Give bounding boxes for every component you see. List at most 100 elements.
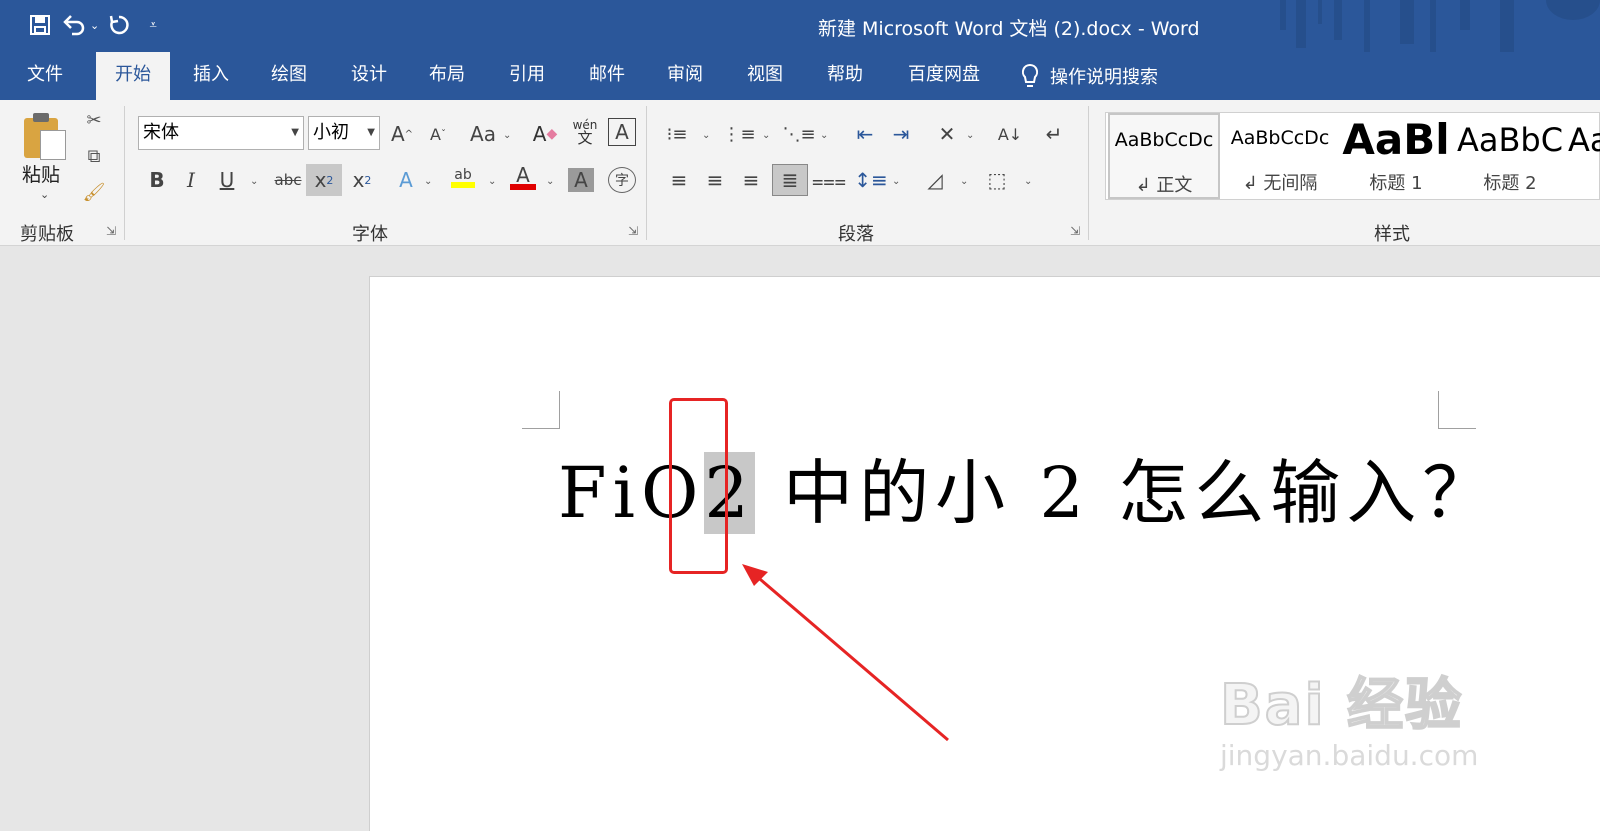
tab-file[interactable]: 文件 <box>14 52 76 100</box>
redo-icon[interactable] <box>105 10 133 40</box>
tab-insert[interactable]: 插入 <box>174 52 248 100</box>
chevron-down-icon[interactable]: ⌄ <box>503 130 511 141</box>
chevron-down-icon[interactable]: ⌄ <box>960 176 968 187</box>
chevron-down-icon[interactable]: ⌄ <box>424 176 432 187</box>
increase-indent-icon[interactable]: ⇥ <box>886 118 916 150</box>
highlight-annotation-box <box>669 398 728 574</box>
decrease-indent-icon[interactable]: ⇤ <box>850 118 880 150</box>
underline-icon[interactable]: U <box>212 164 242 196</box>
style-no-spacing[interactable]: AaBbCcDc ↲ 无间隔 <box>1224 113 1336 199</box>
paragraph-group-label: 段落 <box>838 224 874 245</box>
title-bar: ⌄ ⩡ 新建 Microsoft Word 文档 (2).docx - Word <box>0 0 1600 52</box>
tab-home[interactable]: 开始 <box>96 52 170 100</box>
paste-button[interactable]: 粘贴 <box>22 160 60 187</box>
grow-font-icon[interactable]: A ^ <box>388 118 416 150</box>
group-separator <box>646 106 647 240</box>
chevron-down-icon[interactable]: ⌄ <box>966 130 974 141</box>
tell-me-search[interactable]: 操作说明搜索 <box>1020 52 1158 100</box>
tab-draw[interactable]: 绘图 <box>252 52 326 100</box>
title-decoration <box>1260 0 1600 52</box>
undo-dropdown-icon[interactable]: ⌄ <box>90 19 99 32</box>
watermark-brand: Bai 经验 <box>1219 672 1464 739</box>
show-marks-icon[interactable]: ↵ <box>1040 118 1068 150</box>
chevron-down-icon[interactable]: ⌄ <box>250 176 258 187</box>
quick-access-toolbar: ⌄ ⩡ <box>26 10 167 40</box>
justify-icon[interactable]: ≣ <box>772 164 808 196</box>
paste-dropdown-icon[interactable]: ⌄ <box>40 188 49 201</box>
format-painter-icon[interactable]: 🖌 <box>80 182 108 203</box>
multilevel-list-icon[interactable]: ⋱≡ <box>782 118 815 150</box>
align-center-icon[interactable]: ≡ <box>700 164 730 196</box>
window-title: 新建 Microsoft Word 文档 (2).docx - Word <box>818 18 1200 40</box>
margin-corner-mark <box>1438 391 1476 429</box>
font-group-label: 字体 <box>352 224 388 245</box>
font-launcher-icon[interactable]: ⇲ <box>628 224 638 238</box>
superscript-icon[interactable]: x2 <box>346 164 378 196</box>
enclose-characters-icon[interactable]: 字 <box>608 167 636 193</box>
copy-icon[interactable]: ⧉ <box>80 146 108 167</box>
tab-baidu-netdisk[interactable]: 百度网盘 <box>896 52 992 100</box>
cut-icon[interactable]: ✂ <box>80 110 108 131</box>
highlight-color-icon[interactable]: ab <box>448 162 478 194</box>
clipboard-group-label: 剪贴板 <box>20 224 74 245</box>
bullets-icon[interactable]: ⁝≡ <box>662 118 692 150</box>
character-shading-icon[interactable]: A <box>568 168 594 192</box>
margin-corner-mark <box>522 391 560 429</box>
style-normal[interactable]: AaBbCcDc ↲ 正文 <box>1108 113 1220 199</box>
style-title[interactable]: Aa <box>1568 113 1600 199</box>
annotation-arrow-icon <box>742 564 949 742</box>
align-right-icon[interactable]: ≡ <box>736 164 766 196</box>
clear-formatting-icon[interactable]: A ◆ <box>530 118 560 150</box>
clipboard-launcher-icon[interactable]: ⇲ <box>106 224 116 238</box>
customize-qat-icon[interactable]: ⩡ <box>139 10 167 40</box>
distributed-icon[interactable]: ⩶ <box>812 164 846 196</box>
ribbon-home: 粘贴 ⌄ ✂ ⧉ 🖌 剪贴板 ⇲ 宋体 ▼ 小初 ▼ A ^ Aˇ Aa ⌄ A ◆… <box>0 100 1600 246</box>
text-effects-icon[interactable]: A <box>392 164 420 196</box>
sort-icon[interactable]: A↓ <box>996 118 1024 150</box>
chevron-down-icon[interactable]: ⌄ <box>762 130 770 141</box>
align-left-icon[interactable]: ≡ <box>664 164 694 196</box>
change-case-icon[interactable]: Aa <box>464 118 502 150</box>
watermark-url: jingyan.baidu.com <box>1220 739 1479 772</box>
subscript-icon[interactable]: x2 <box>306 164 342 196</box>
line-spacing-icon[interactable]: ↕≡ <box>854 164 888 196</box>
font-name-combo[interactable]: 宋体 ▼ <box>138 116 304 150</box>
tell-me-label: 操作说明搜索 <box>1050 67 1158 88</box>
chevron-down-icon[interactable]: ⌄ <box>892 176 900 187</box>
styles-gallery: AaBbCcDc ↲ 正文 AaBbCcDc ↲ 无间隔 AaBl 标题 1 A… <box>1105 112 1600 200</box>
chevron-down-icon[interactable]: ⌄ <box>546 176 554 187</box>
ribbon-tabs: 文件 开始 插入 绘图 设计 布局 引用 邮件 审阅 视图 帮助 百度网盘 操作… <box>0 52 1600 100</box>
shading-icon[interactable]: ◿ <box>920 164 950 196</box>
text-after: 中的小 2 怎么输入？ <box>754 452 1499 534</box>
font-size-combo[interactable]: 小初 ▼ <box>308 116 380 150</box>
italic-icon[interactable]: I <box>176 164 206 196</box>
tab-review[interactable]: 审阅 <box>648 52 722 100</box>
bold-icon[interactable]: B <box>142 164 172 196</box>
chevron-down-icon[interactable]: ⌄ <box>820 130 828 141</box>
tab-design[interactable]: 设计 <box>332 52 406 100</box>
phonetic-guide-icon[interactable]: wén 文 <box>570 116 600 148</box>
tab-view[interactable]: 视图 <box>728 52 802 100</box>
strikethrough-icon[interactable]: abc <box>270 164 306 196</box>
group-separator <box>124 106 125 240</box>
paragraph-launcher-icon[interactable]: ⇲ <box>1070 224 1080 238</box>
paste-icon[interactable] <box>24 112 68 160</box>
undo-icon[interactable] <box>60 10 88 40</box>
chevron-down-icon[interactable]: ⌄ <box>1024 176 1032 187</box>
tab-layout[interactable]: 布局 <box>410 52 484 100</box>
style-heading-1[interactable]: AaBl 标题 1 <box>1340 113 1452 199</box>
character-border-icon[interactable]: A <box>608 118 636 146</box>
group-separator <box>1088 106 1089 240</box>
chevron-down-icon[interactable]: ⌄ <box>702 130 710 141</box>
shrink-font-icon[interactable]: Aˇ <box>424 118 452 150</box>
save-icon[interactable] <box>26 10 54 40</box>
tab-references[interactable]: 引用 <box>490 52 564 100</box>
tab-mailings[interactable]: 邮件 <box>570 52 644 100</box>
style-heading-2[interactable]: AaBbC 标题 2 <box>1454 113 1566 199</box>
chevron-down-icon[interactable]: ⌄ <box>488 176 496 187</box>
chinese-layout-icon[interactable]: ✕ <box>932 118 962 150</box>
numbering-icon[interactable]: ⋮≡ <box>722 118 755 150</box>
borders-icon[interactable]: ⬚ <box>982 164 1012 196</box>
font-color-icon[interactable]: A <box>508 162 538 194</box>
tab-help[interactable]: 帮助 <box>808 52 882 100</box>
